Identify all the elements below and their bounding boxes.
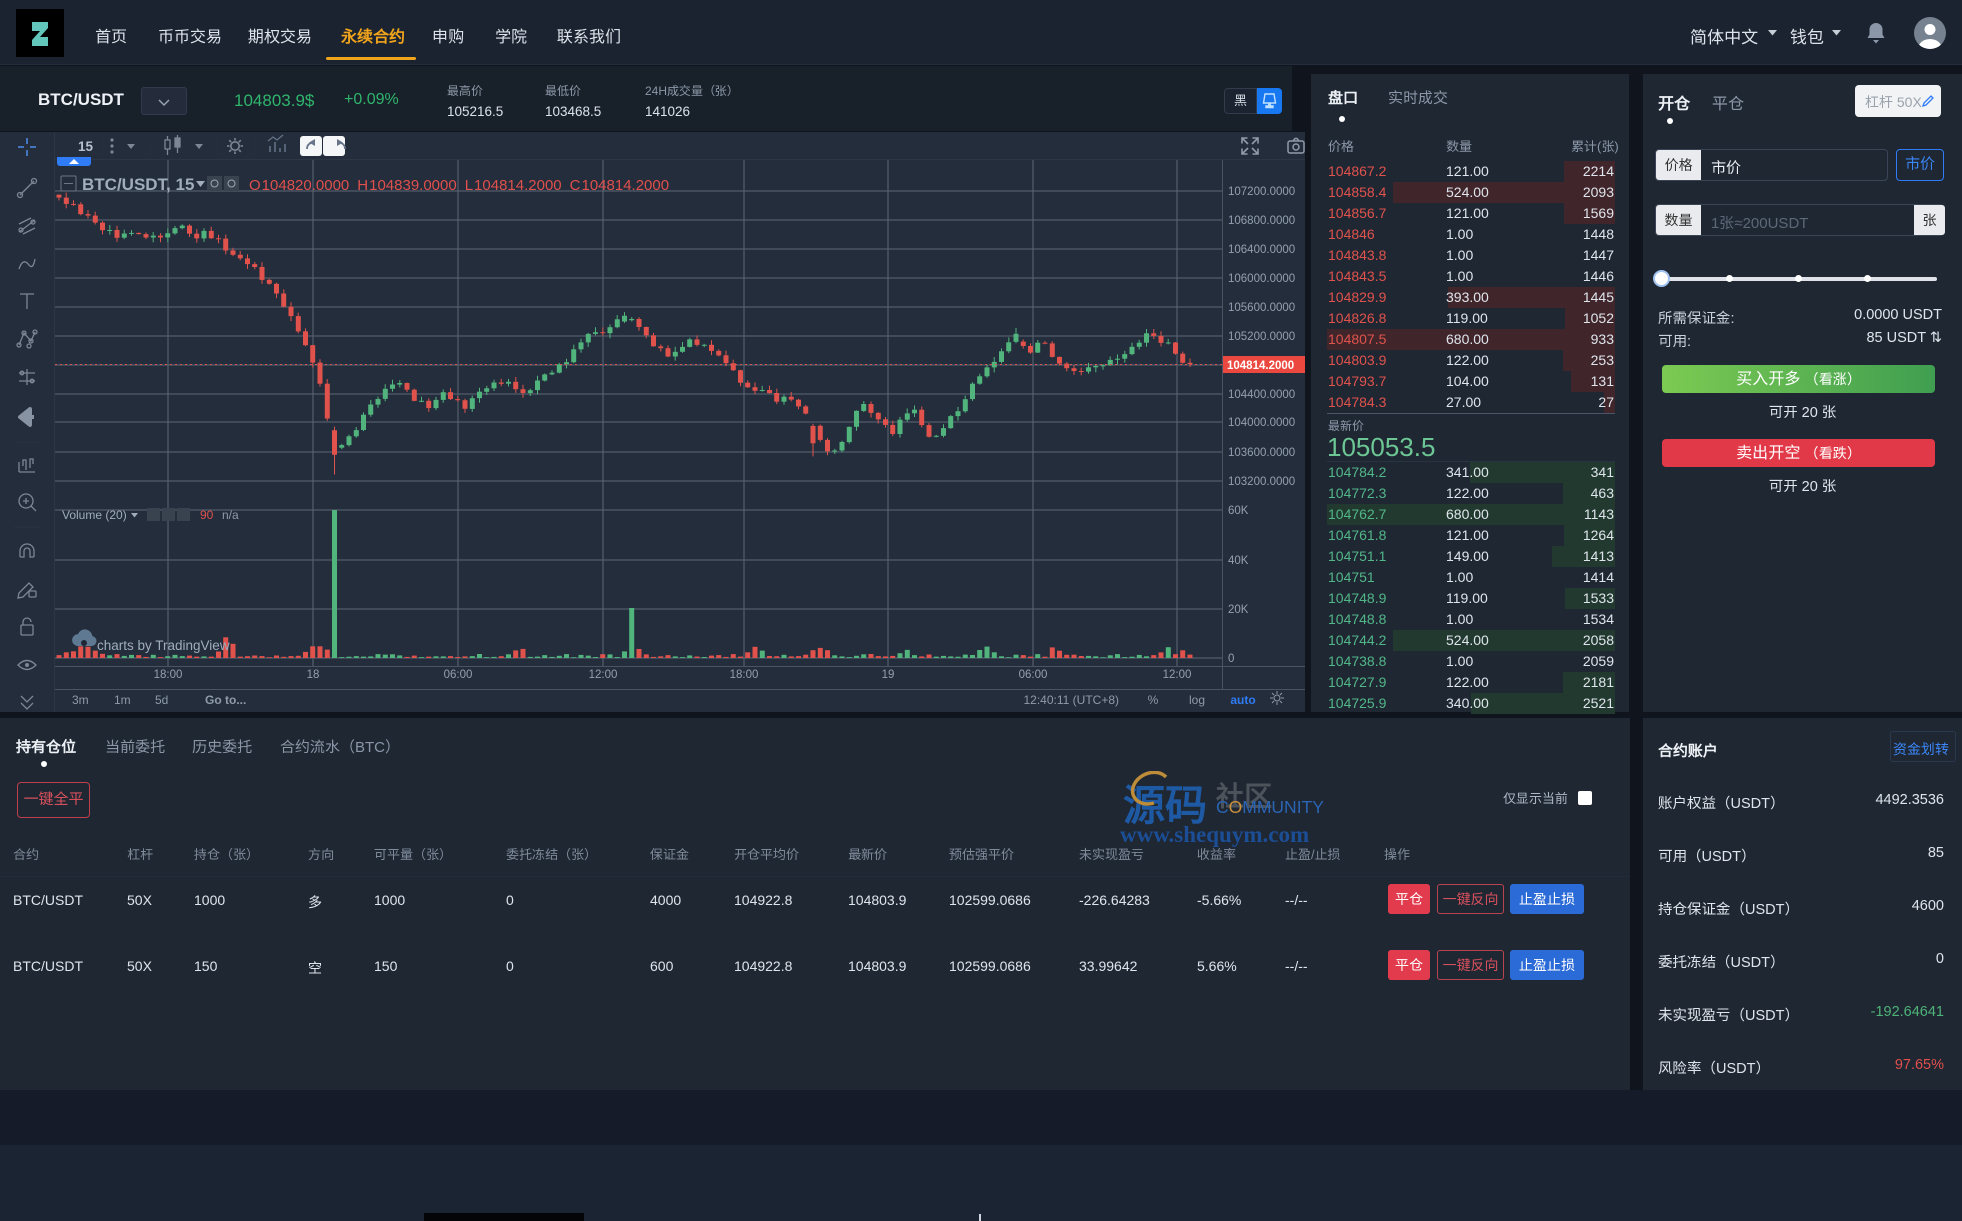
svg-text:n/a: n/a: [222, 508, 239, 522]
svg-text:12:40:11 (UTC+8): 12:40:11 (UTC+8): [1024, 693, 1120, 707]
svg-text:104814.2000: 104814.2000: [1227, 360, 1294, 372]
svg-text:log: log: [1189, 693, 1205, 707]
svg-text:15: 15: [78, 139, 94, 154]
svg-text:3m: 3m: [72, 693, 89, 707]
svg-text:90: 90: [200, 508, 214, 522]
svg-text:06:00: 06:00: [444, 669, 473, 681]
svg-text:0: 0: [1228, 653, 1234, 665]
svg-text:19: 19: [882, 669, 895, 681]
svg-text:12:00: 12:00: [589, 669, 618, 681]
svg-text:106800.0000: 106800.0000: [1228, 215, 1295, 227]
svg-text:103200.0000: 103200.0000: [1228, 476, 1295, 488]
svg-text:60K: 60K: [1228, 505, 1249, 517]
svg-text:104000.0000: 104000.0000: [1228, 417, 1295, 429]
svg-text:105600.0000: 105600.0000: [1228, 302, 1295, 314]
svg-text:12:00: 12:00: [1163, 669, 1192, 681]
svg-text:BTC/USDT, 15: BTC/USDT, 15: [82, 175, 194, 194]
svg-text:20K: 20K: [1228, 604, 1249, 616]
svg-text:5d: 5d: [155, 693, 168, 707]
svg-text:18: 18: [307, 669, 320, 681]
svg-text:charts by TradingView: charts by TradingView: [97, 638, 230, 653]
svg-text:106000.0000: 106000.0000: [1228, 273, 1295, 285]
svg-text:105200.0000: 105200.0000: [1228, 331, 1295, 343]
svg-text:Volume (20): Volume (20): [62, 508, 127, 522]
svg-text:104400.0000: 104400.0000: [1228, 389, 1295, 401]
svg-text:107200.0000: 107200.0000: [1228, 186, 1295, 198]
svg-text:18:00: 18:00: [730, 669, 759, 681]
svg-text:1m: 1m: [114, 693, 131, 707]
svg-text:auto: auto: [1230, 693, 1255, 707]
svg-text:%: %: [1148, 693, 1159, 707]
svg-text:Go to...: Go to...: [205, 693, 246, 707]
svg-text:06:00: 06:00: [1019, 669, 1048, 681]
svg-text:106400.0000: 106400.0000: [1228, 244, 1295, 256]
svg-text:18:00: 18:00: [154, 669, 183, 681]
svg-text:40K: 40K: [1228, 555, 1249, 567]
svg-text:103600.0000: 103600.0000: [1228, 447, 1295, 459]
